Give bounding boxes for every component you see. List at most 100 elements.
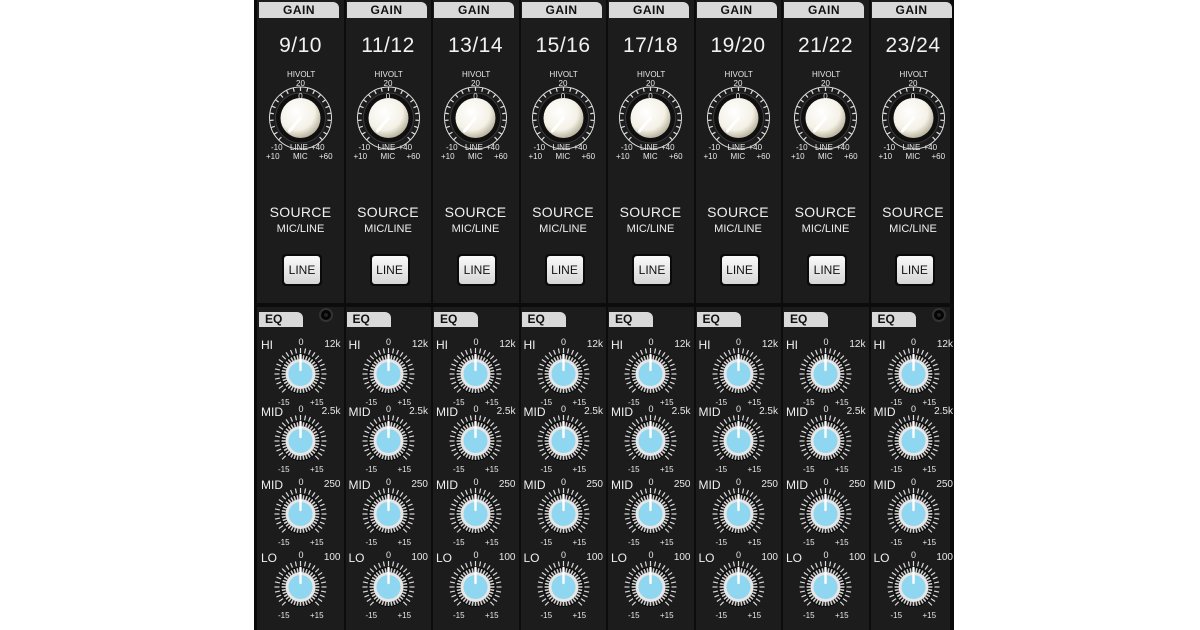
eq-tab: EQ — [259, 312, 303, 327]
eq-control — [695, 556, 782, 621]
eq-knob[interactable] — [870, 556, 957, 616]
source-title: SOURCE — [532, 204, 594, 220]
gain-tab: GAIN — [609, 2, 689, 18]
eq-min-value: -15 — [803, 538, 815, 547]
channel-strip: GAIN 19/20 HIVOLT 20 0 -10 LINE +40 +10 MIC +60 SOU… — [695, 0, 783, 630]
eq-knob[interactable] — [432, 483, 519, 543]
eq-max-value: +15 — [310, 611, 324, 620]
eq-control — [257, 483, 344, 548]
hivolt-label: HIVOLT — [549, 70, 578, 79]
eq-control — [782, 556, 869, 621]
screw-icon — [931, 308, 946, 322]
eq-knob[interactable] — [782, 343, 869, 403]
eq-knob[interactable] — [607, 483, 694, 543]
eq-knob[interactable] — [695, 343, 782, 403]
line-button[interactable]: LINE — [546, 256, 583, 284]
eq-control — [257, 556, 344, 621]
eq-knob[interactable] — [607, 343, 694, 403]
eq-min-value: -15 — [365, 465, 378, 474]
eq-knob[interactable] — [257, 483, 344, 543]
eq-knob[interactable] — [345, 556, 432, 616]
eq-min-value: -15 — [890, 465, 903, 474]
mic-scale-label: MIC — [380, 152, 396, 161]
eq-knob[interactable] — [782, 556, 869, 616]
eq-knob[interactable] — [432, 343, 519, 403]
source-title: SOURCE — [794, 204, 857, 220]
line-button[interactable]: LINE — [809, 256, 845, 284]
mic-scale-label: MIC — [818, 152, 833, 161]
eq-knob[interactable] — [607, 556, 694, 616]
gain-zero-value: 0 — [298, 92, 303, 101]
gain-zero-value: 0 — [823, 92, 828, 101]
eq-knob[interactable] — [870, 483, 957, 543]
eq-max-value: +15 — [922, 611, 937, 620]
eq-min-value: -15 — [540, 611, 553, 620]
eq-min-value: -15 — [278, 465, 290, 474]
eq-knob[interactable] — [345, 410, 432, 470]
channel-name: 9/10 — [279, 34, 322, 57]
eq-min-value: -15 — [540, 465, 553, 474]
eq-control — [345, 410, 432, 475]
line-button[interactable]: LINE — [634, 256, 670, 284]
eq-knob[interactable] — [870, 410, 957, 470]
eq-min-value: -15 — [715, 611, 728, 620]
eq-knob[interactable] — [695, 556, 782, 616]
eq-knob[interactable] — [520, 556, 607, 616]
eq-knob[interactable] — [432, 410, 519, 470]
eq-control — [870, 483, 957, 548]
hivolt-label: HIVOLT — [812, 70, 841, 79]
mic-scale-label: MIC — [468, 152, 483, 161]
line-button[interactable]: LINE — [371, 256, 408, 284]
line-min-value: -10 — [708, 143, 721, 152]
line-button[interactable]: LINE — [896, 256, 933, 284]
mic-max-value: +60 — [494, 152, 508, 161]
gain-zero-value: 0 — [473, 92, 478, 101]
line-min-value: -10 — [271, 143, 283, 152]
hivolt-label: HIVOLT — [374, 70, 403, 79]
eq-knob[interactable] — [782, 483, 869, 543]
channel-name: 19/20 — [710, 34, 766, 57]
channel-strip: GAIN 13/14 HIVOLT 20 0 -10 LINE +40 +10 MIC +60 SOU… — [432, 0, 521, 630]
eq-knob[interactable] — [257, 410, 344, 470]
eq-knob[interactable] — [695, 410, 782, 470]
eq-control — [782, 483, 869, 548]
eq-control — [520, 483, 607, 548]
eq-tab: EQ — [871, 312, 916, 327]
eq-knob[interactable] — [345, 343, 432, 403]
eq-control — [607, 556, 694, 621]
eq-knob[interactable] — [695, 483, 782, 543]
eq-knob[interactable] — [345, 483, 432, 543]
line-button[interactable]: LINE — [284, 256, 320, 284]
eq-knob[interactable] — [870, 343, 957, 403]
channel-name: 13/14 — [447, 34, 504, 57]
eq-min-value: -15 — [540, 538, 553, 547]
eq-min-value: -15 — [803, 611, 815, 620]
eq-knob[interactable] — [432, 556, 519, 616]
gain-zero-value: 0 — [385, 92, 391, 101]
eq-knob[interactable] — [607, 410, 694, 470]
mic-min-value: +10 — [266, 152, 280, 161]
eq-knob[interactable] — [257, 343, 344, 403]
eq-knob[interactable] — [520, 410, 607, 470]
eq-tab: EQ — [521, 312, 566, 327]
eq-min-value: -15 — [628, 465, 640, 474]
mic-min-value: +10 — [878, 152, 893, 161]
eq-max-value: +15 — [835, 465, 849, 474]
eq-knob[interactable] — [257, 556, 344, 616]
eq-control — [345, 556, 432, 621]
line-min-value: -10 — [446, 143, 458, 152]
eq-max-value: +15 — [485, 611, 499, 620]
line-button[interactable]: LINE — [721, 256, 758, 284]
eq-knob[interactable] — [782, 410, 869, 470]
eq-knob[interactable] — [520, 343, 607, 403]
eq-control — [782, 343, 869, 408]
eq-max-value: +15 — [572, 611, 587, 620]
eq-max-value: +15 — [835, 538, 849, 547]
mic-max-value: +60 — [931, 152, 946, 161]
eq-min-value: -15 — [453, 611, 465, 620]
eq-min-value: -15 — [628, 538, 640, 547]
eq-control — [345, 343, 432, 408]
line-button[interactable]: LINE — [459, 256, 495, 284]
mic-min-value: +10 — [616, 152, 630, 161]
eq-knob[interactable] — [520, 483, 607, 543]
